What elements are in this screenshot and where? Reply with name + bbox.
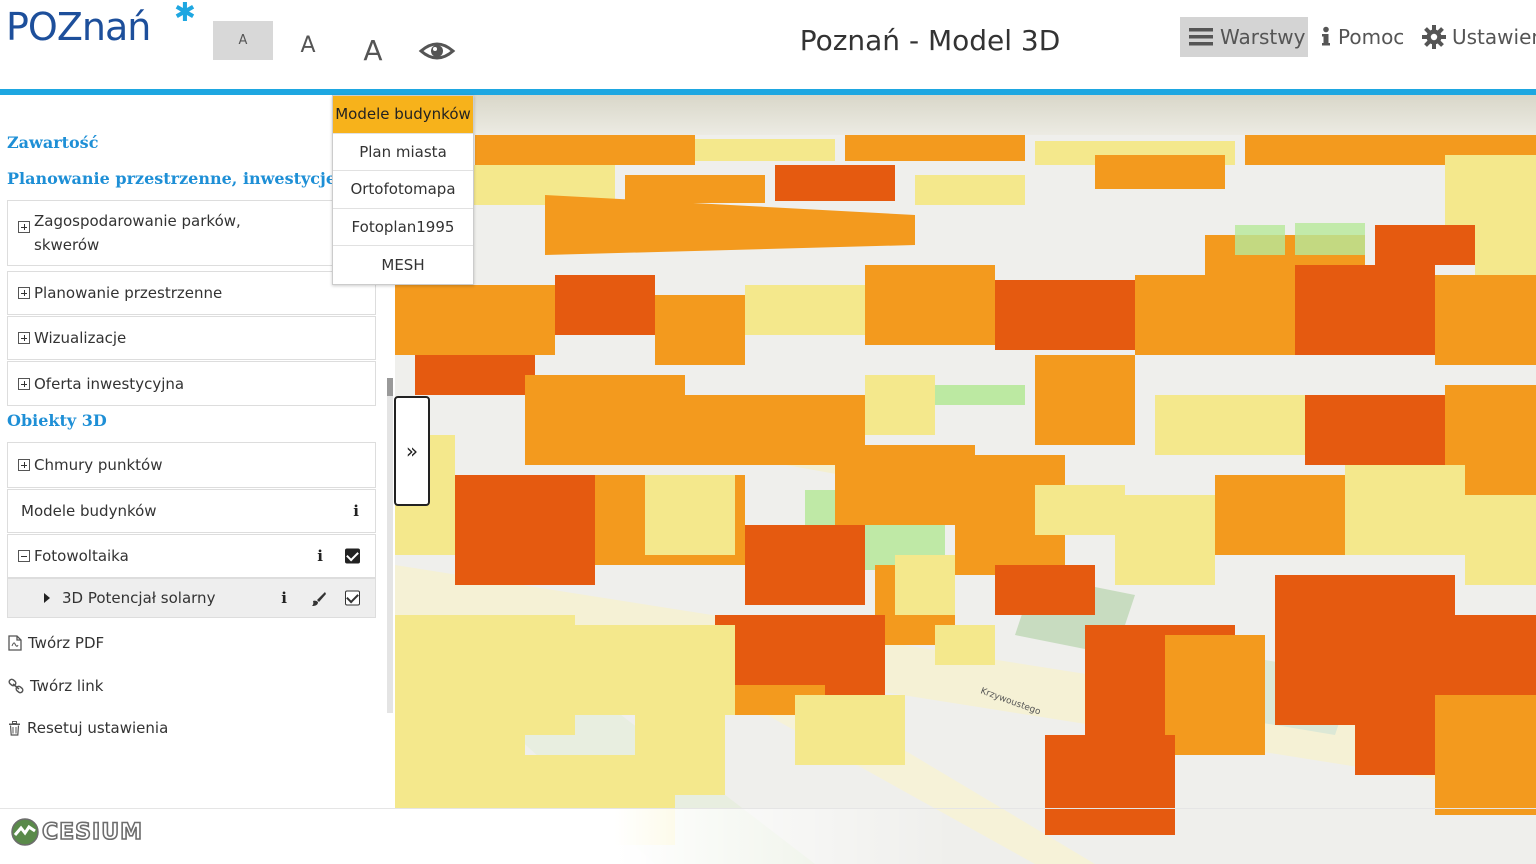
cesium-wordmark: CESIUM (41, 819, 143, 846)
font-size-medium-button[interactable]: A (290, 25, 326, 65)
accordion-label: Zagospodarowanie parków, skwerów (34, 212, 241, 254)
font-size-large-button[interactable]: A (354, 28, 392, 72)
cesium-logo-icon (10, 817, 40, 847)
create-pdf-button[interactable]: Twórz PDF (8, 634, 104, 652)
layers-button[interactable]: Warstwy (1180, 17, 1308, 57)
base-layer-option-mesh[interactable]: MESH (333, 246, 473, 284)
map-3d-view[interactable]: Krzywoustego (395, 95, 1536, 864)
sidebar-scrollbar-thumb[interactable] (387, 378, 393, 396)
reset-settings-button[interactable]: Resetuj ustawienia (8, 719, 168, 737)
planning-heading[interactable]: Planowanie przestrzenne, inwestycje (7, 169, 336, 188)
help-label: Pomoc (1338, 25, 1405, 49)
layer-row-building-models[interactable]: Modele budynków i (7, 489, 376, 533)
info-icon[interactable]: i (353, 502, 359, 520)
create-pdf-label: Twórz PDF (28, 634, 105, 652)
layer-checkbox-checked[interactable] (345, 548, 360, 564)
accordion-label: Chmury punktów (34, 456, 163, 474)
base-layer-option-photoplan-1995[interactable]: Fotoplan1995 (333, 209, 473, 247)
info-icon[interactable]: i (281, 589, 287, 607)
layer-row-solar-potential[interactable]: 3D Potencjał solarny i (7, 578, 376, 618)
chain-link-icon (8, 678, 30, 694)
caret-right-icon[interactable] (44, 593, 50, 603)
expand-plus-icon (18, 287, 30, 299)
base-layer-option-city-plan[interactable]: Plan miasta (333, 134, 473, 172)
cesium-credit[interactable]: CESIUM (10, 815, 143, 849)
gear-icon (1422, 25, 1446, 49)
contrast-eye-icon[interactable] (418, 36, 456, 66)
sidebar-toggle-button[interactable]: » (394, 396, 430, 506)
reset-settings-label: Resetuj ustawienia (27, 719, 169, 737)
accordion-item-photovoltaics[interactable]: Fotowoltaika i (7, 534, 376, 578)
accordion-item-visualizations[interactable]: Wizualizacje (7, 316, 376, 360)
base-layer-option-orthophoto[interactable]: Ortofotomapa (333, 171, 473, 209)
logo-star-icon: ✱ (174, 0, 196, 28)
map-canvas[interactable]: Krzywoustego (395, 95, 1536, 864)
accordion-label: Wizualizacje (34, 329, 127, 347)
accordion-label: Planowanie przestrzenne (34, 284, 223, 302)
footer-bar (0, 808, 1536, 864)
pdf-file-icon (8, 635, 28, 651)
create-link-label: Twórz link (30, 677, 104, 695)
layers-label: Warstwy (1220, 25, 1306, 49)
expand-plus-icon (18, 459, 30, 471)
layer-checkbox-checked-outline[interactable] (345, 590, 360, 606)
accordion-item-point-clouds[interactable]: Chmury punktów (7, 442, 376, 488)
expand-plus-icon (18, 221, 30, 233)
logo-text: POZnań (6, 5, 151, 49)
brush-icon[interactable] (309, 591, 327, 611)
base-layer-menu: Modele budynków Plan miasta Ortofotomapa… (332, 95, 474, 285)
accordion-item-spatial-planning[interactable]: Planowanie przestrzenne (7, 271, 376, 315)
info-icon[interactable]: i (317, 547, 323, 565)
trash-icon (8, 720, 27, 736)
info-icon (1320, 26, 1332, 48)
settings-button[interactable]: Ustawien (1422, 17, 1536, 57)
accordion-label: Oferta inwestycyjna (34, 374, 185, 393)
layer-label: Modele budynków (21, 502, 157, 520)
objects-3d-heading[interactable]: Obiekty 3D (7, 411, 107, 430)
accordion-item-investment-offer[interactable]: Oferta inwestycyjna (7, 361, 376, 406)
collapse-minus-icon (18, 550, 30, 562)
accordion-item-parks[interactable]: Zagospodarowanie parków, skwerów (7, 200, 376, 266)
expand-plus-icon (18, 332, 30, 344)
page-title: Poznań - Model 3D (799, 24, 1061, 57)
accordion-label: Fotowoltaika (34, 547, 129, 565)
poznan-logo[interactable]: POZnań ✱ (6, 0, 196, 52)
top-header: POZnań ✱ A A A Poznań - Model 3D Warstwy… (0, 0, 1536, 89)
sidebar-scrollbar[interactable] (387, 378, 393, 713)
help-button[interactable]: Pomoc (1318, 17, 1408, 57)
menu-bars-icon (1188, 26, 1214, 48)
font-size-small-button[interactable]: A (213, 21, 273, 60)
app-root: Krzywoustego POZnań ✱ A A A Poznań - Mod… (0, 0, 1536, 864)
create-link-button[interactable]: Twórz link (8, 677, 103, 695)
settings-label: Ustawien (1452, 25, 1536, 49)
layer-label: 3D Potencjał solarny (62, 589, 216, 607)
expand-plus-icon (18, 377, 30, 390)
content-heading: Zawartość (7, 133, 99, 152)
base-layer-option-building-models[interactable]: Modele budynków (333, 96, 473, 134)
